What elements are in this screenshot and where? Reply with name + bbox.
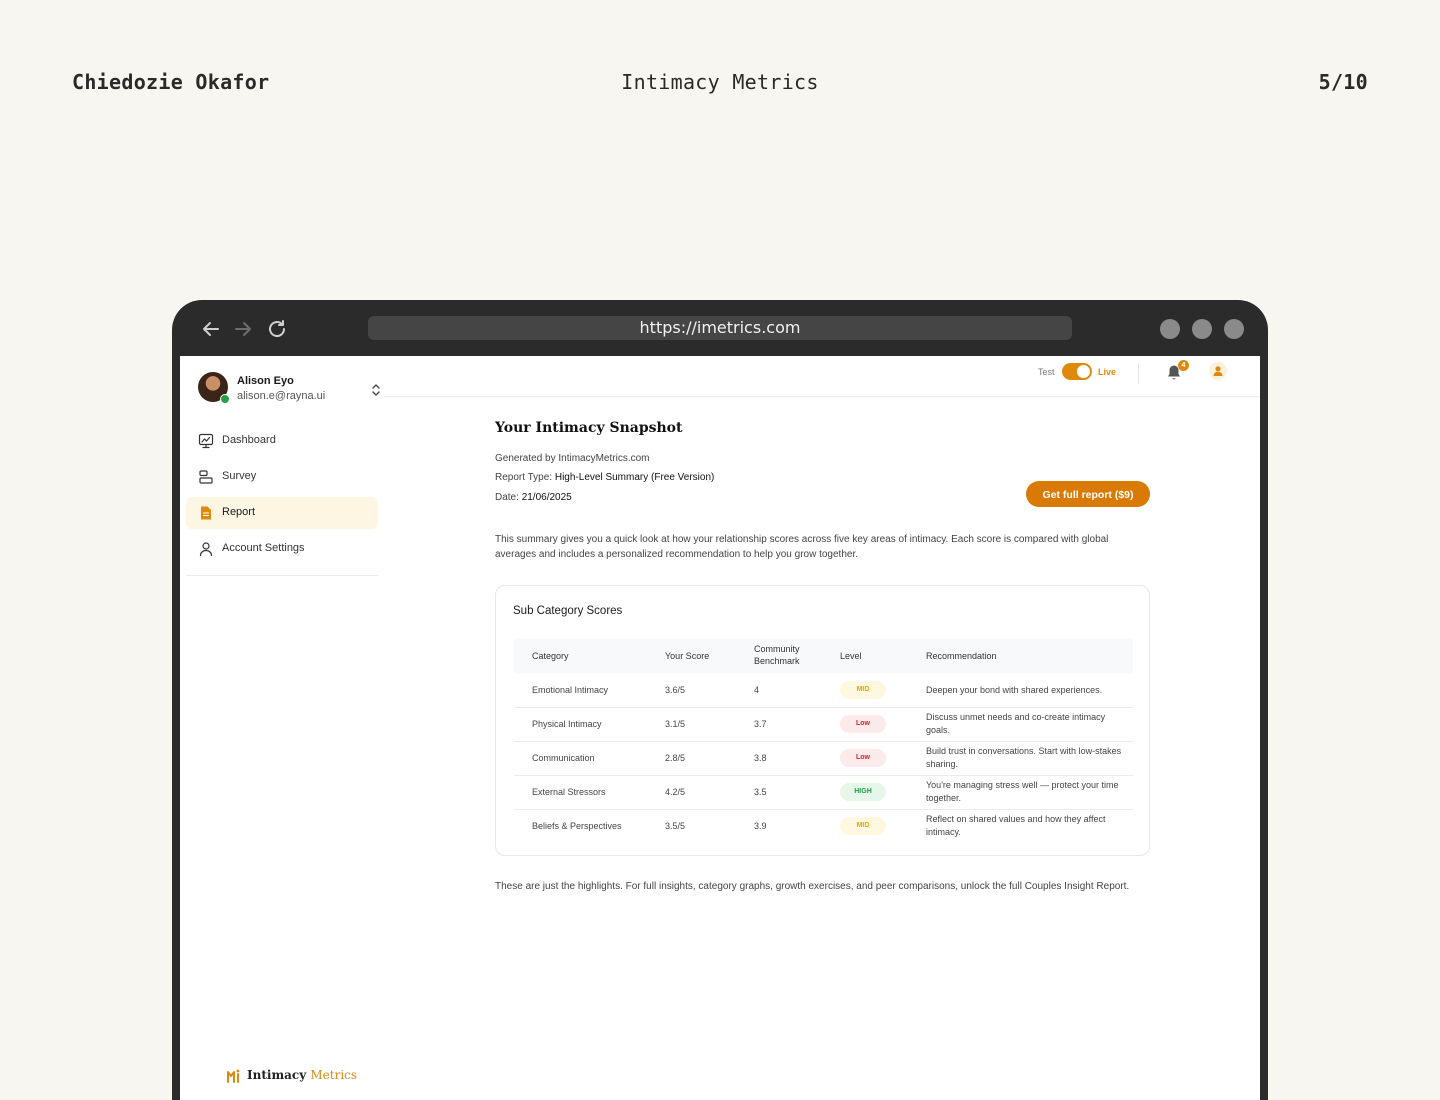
- online-status-indicator: [220, 394, 230, 404]
- report-type-label: Report Type:: [495, 472, 553, 483]
- column-header: Your Score: [665, 651, 710, 661]
- level-badge: MID: [840, 681, 886, 699]
- get-full-report-button[interactable]: Get full report ($9): [1026, 481, 1150, 507]
- recommendation-cell: You're managing stress well — protect yo…: [926, 780, 1119, 803]
- dashboard-chart-icon: [198, 433, 214, 449]
- profile-button[interactable]: [1209, 362, 1227, 380]
- toggle-knob: [1077, 365, 1090, 378]
- profile-icon: [1213, 366, 1223, 376]
- table-header: Category Your Score Community Benchmark …: [514, 639, 1133, 673]
- presentation-header: Chiedozie Okafor Intimacy Metrics 5/10: [72, 70, 1368, 98]
- address-bar[interactable]: https://imetrics.com: [368, 316, 1072, 340]
- top-bar: Test Live 4: [384, 356, 1260, 397]
- browser-window: https://imetrics.com Alison Eyo alison.e…: [172, 300, 1268, 1100]
- user-email: alison.e@rayna.ui: [237, 390, 326, 402]
- card-title: Sub Category Scores: [513, 605, 623, 617]
- live-mode-label: Live: [1098, 367, 1117, 377]
- report-type: Report Type: High-Level Summary (Free Ve…: [495, 472, 714, 483]
- sidebar-divider: [186, 575, 378, 576]
- category-cell: Physical Intimacy: [532, 719, 602, 729]
- mode-toggle[interactable]: [1062, 363, 1092, 380]
- sidebar-item-label: Dashboard: [222, 434, 276, 446]
- benchmark-cell: 4: [754, 685, 760, 695]
- recommendation-cell: Discuss unmet needs and co-create intima…: [926, 712, 1106, 735]
- brand-mark-icon: [227, 1069, 240, 1083]
- column-header: Category: [532, 651, 569, 661]
- chevron-up-down-icon[interactable]: [370, 382, 382, 398]
- sidebar-item-report[interactable]: Report: [186, 497, 378, 529]
- score-cell: 4.2/5: [665, 787, 686, 797]
- test-mode-label: Test: [1038, 367, 1055, 377]
- back-arrow-icon[interactable]: [200, 318, 222, 340]
- window-control-dot[interactable]: [1160, 319, 1180, 339]
- recommendation-cell: Reflect on shared values and how they af…: [926, 814, 1106, 837]
- recommendation-cell: Build trust in conversations. Start with…: [926, 746, 1122, 769]
- benchmark-cell: 3.8: [754, 753, 767, 763]
- project-title: Intimacy Metrics: [621, 70, 819, 94]
- survey-icon: [199, 470, 213, 484]
- sidebar-item-label: Report: [222, 506, 256, 518]
- column-header: Level: [840, 651, 862, 661]
- benchmark-cell: 3.7: [754, 719, 767, 729]
- reload-icon[interactable]: [266, 318, 288, 340]
- sidebar-item-label: Survey: [222, 470, 257, 482]
- window-control-dot[interactable]: [1192, 319, 1212, 339]
- report-date-label: Date:: [495, 492, 519, 503]
- category-cell: External Stressors: [532, 787, 606, 797]
- score-cell: 3.6/5: [665, 685, 686, 695]
- category-cell: Emotional Intimacy: [532, 685, 609, 695]
- forward-arrow-icon[interactable]: [232, 318, 254, 340]
- window-control-dot[interactable]: [1224, 319, 1244, 339]
- report-date-value: 21/06/2025: [521, 492, 572, 503]
- level-badge: Low: [840, 715, 886, 733]
- sidebar-item-dashboard[interactable]: Dashboard: [186, 425, 378, 457]
- report-summary: This summary gives you a quick look at h…: [495, 534, 1109, 560]
- user-switcher[interactable]: Alison Eyo alison.e@rayna.ui: [198, 372, 380, 408]
- score-cell: 3.5/5: [665, 821, 686, 831]
- topbar-divider: [1138, 364, 1139, 384]
- table-row: Beliefs & Perspectives 3.5/5 3.9 MID Reflect…: [514, 809, 1133, 843]
- table-row: Communication 2.8/5 3.8 Low Build trust in c…: [514, 741, 1133, 776]
- score-cell: 2.8/5: [665, 753, 686, 763]
- recommendation-cell: Deepen your bond with shared experiences…: [926, 685, 1103, 695]
- sidebar-item-label: Account Settings: [222, 542, 305, 554]
- level-badge: HIGH: [840, 783, 886, 801]
- sidebar-item-account-settings[interactable]: Account Settings: [186, 533, 378, 565]
- sidebar-item-survey[interactable]: Survey: [186, 461, 378, 493]
- generated-by: Generated by IntimacyMetrics.com: [495, 453, 650, 464]
- document-icon: [201, 506, 211, 520]
- report-type-value: High-Level Summary (Free Version): [554, 472, 715, 483]
- category-cell: Beliefs & Perspectives: [532, 821, 622, 831]
- page-title: Your Intimacy Snapshot: [495, 420, 683, 436]
- sub-category-scores-card: Sub Category Scores Category Your Score …: [495, 585, 1150, 856]
- user-name: Alison Eyo: [237, 375, 294, 387]
- category-cell: Communication: [532, 753, 595, 763]
- column-header: Recommendation: [926, 651, 997, 661]
- level-badge: Low: [840, 749, 886, 767]
- report-footnote: These are just the highlights. For full …: [495, 881, 1130, 892]
- table-row: External Stressors 4.2/5 3.5 HIGH You're man…: [514, 775, 1133, 810]
- user-icon: [199, 542, 213, 557]
- column-header: Community Benchmark: [754, 644, 800, 666]
- sidebar: Alison Eyo alison.e@rayna.ui Dashboard S…: [180, 356, 384, 1100]
- page-counter: 5/10: [1318, 70, 1368, 94]
- level-badge: MID: [840, 817, 886, 835]
- app-viewport: Alison Eyo alison.e@rayna.ui Dashboard S…: [180, 356, 1260, 1100]
- benchmark-cell: 3.5: [754, 787, 767, 797]
- table-row: Physical Intimacy 3.1/5 3.7 Low Discuss unme…: [514, 707, 1133, 742]
- table-row: Emotional Intimacy 3.6/5 4 MID Deepen your b…: [514, 673, 1133, 708]
- notification-count-badge: 4: [1178, 360, 1189, 371]
- report-date: Date: 21/06/2025: [495, 492, 572, 503]
- score-cell: 3.1/5: [665, 719, 686, 729]
- benchmark-cell: 3.9: [754, 821, 767, 831]
